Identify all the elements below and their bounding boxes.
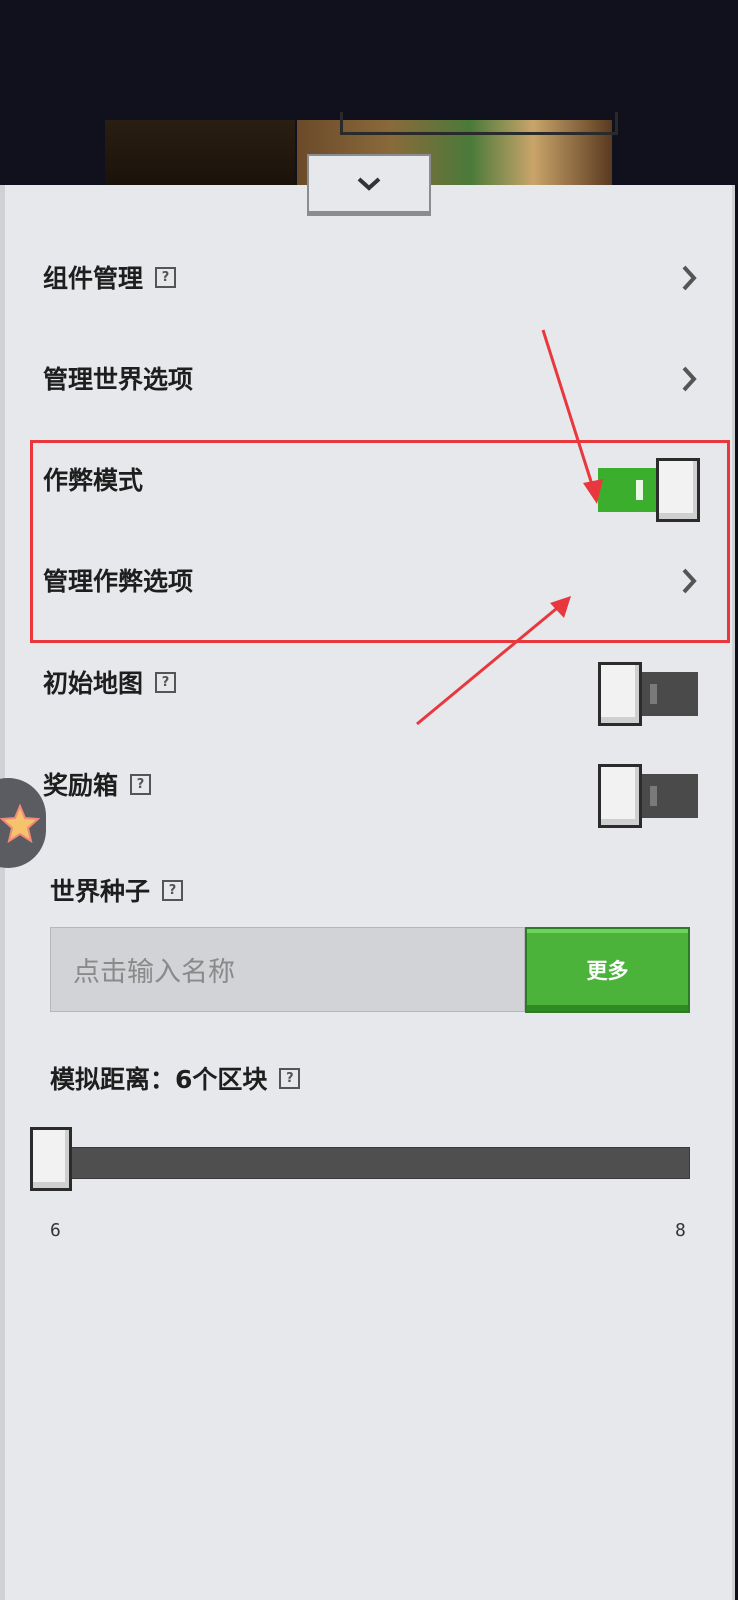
addons-management-row[interactable]: 组件管理 ? [43,257,177,297]
toggle-knob[interactable] [598,764,642,828]
more-button[interactable]: 更多 [525,927,690,1013]
row-label: 作弊模式 [43,466,144,495]
bonus-chest-toggle[interactable] [598,764,698,828]
cheat-mode-toggle[interactable] [598,458,700,522]
bonus-chest-row: 奖励箱 ? [43,764,152,804]
world-seed-label: 世界种子 ? [50,870,184,910]
starting-map-toggle[interactable] [598,662,698,726]
slider-max-label: 8 [675,1220,686,1241]
cheat-mode-row: 作弊模式 [43,459,143,499]
help-icon[interactable]: ? [155,671,177,693]
chevron-right-icon[interactable] [680,263,698,293]
thumbnail-frame [340,112,618,135]
toggle-off-mark [650,786,657,806]
chevron-right-icon[interactable] [680,364,698,394]
toggle-knob[interactable] [656,458,700,522]
row-label: 组件管理 [43,264,144,293]
row-label: 初始地图 [43,669,144,698]
seed-input[interactable]: 点击输入名称 [50,927,525,1012]
help-icon[interactable]: ? [155,266,177,288]
toggle-off-mark [650,684,657,704]
toggle-on-mark [636,480,643,500]
slider-knob[interactable] [30,1127,72,1191]
starting-map-row: 初始地图 ? [43,662,177,702]
simulation-distance-slider[interactable] [50,1147,690,1179]
help-icon[interactable]: ? [130,773,152,795]
section-label-text: 模拟距离：6个区块 [50,1065,268,1094]
chevron-right-icon[interactable] [680,566,698,596]
row-label: 管理作弊选项 [43,567,194,596]
manage-world-options-row[interactable]: 管理世界选项 [43,358,193,398]
help-icon[interactable]: ? [162,879,184,901]
star-icon [0,803,40,843]
chevron-down-icon [357,177,381,191]
row-label: 奖励箱 [43,771,119,800]
simulation-distance-label: 模拟距离：6个区块 ? [50,1058,301,1098]
row-label: 管理世界选项 [43,365,194,394]
help-icon[interactable]: ? [279,1067,301,1089]
toggle-knob[interactable] [598,662,642,726]
section-label-text: 世界种子 [50,877,151,906]
manage-cheat-options-row[interactable]: 管理作弊选项 [43,560,193,600]
collapse-panel-button[interactable] [307,154,431,216]
world-thumbnail-left [105,120,295,186]
slider-min-label: 6 [50,1220,61,1241]
